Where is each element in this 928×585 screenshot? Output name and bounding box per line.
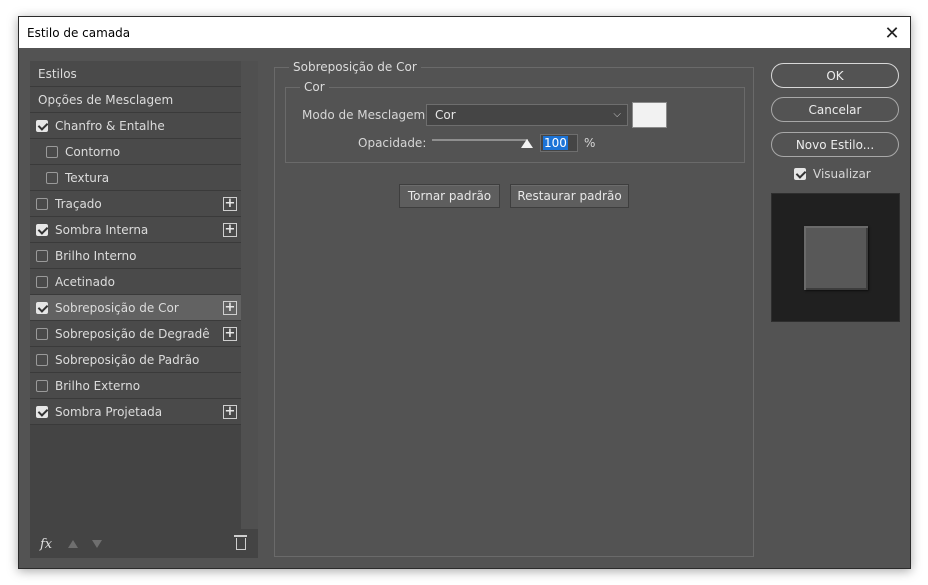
styles-toolbar: fx xyxy=(30,532,258,558)
style-checkbox[interactable] xyxy=(36,353,48,366)
style-row[interactable]: Traçado + xyxy=(30,191,241,217)
style-label: Sobreposição de Degradê xyxy=(55,326,210,341)
style-label: Chanfro & Entalhe xyxy=(55,118,165,133)
blend-mode-value: Cor xyxy=(435,108,456,122)
style-checkbox[interactable] xyxy=(36,301,48,314)
blend-mode-select[interactable]: Cor ⌵ xyxy=(426,104,628,126)
styles-scrollbar[interactable] xyxy=(241,61,258,529)
new-style-button[interactable]: Novo Estilo... xyxy=(771,132,899,157)
style-row[interactable]: Sombra Interna + xyxy=(30,217,241,243)
chevron-down-icon: ⌵ xyxy=(613,109,621,120)
color-swatch[interactable] xyxy=(632,102,667,128)
subgroup-title: Cor xyxy=(300,80,329,94)
styles-panel: Estilos Opções de Mesclagem Chanfro & Enta… xyxy=(30,61,258,558)
style-label: Sobreposição de Padrão xyxy=(55,352,200,367)
style-label: Acetinado xyxy=(55,274,115,289)
style-row[interactable]: Textura xyxy=(30,165,241,191)
blend-mode-label: Modo de Mesclagem: xyxy=(302,108,430,122)
add-effect-icon[interactable]: + xyxy=(223,301,237,315)
title-bar: Estilo de camada ✕ xyxy=(19,17,910,48)
style-row[interactable]: Chanfro & Entalhe xyxy=(30,113,241,139)
style-row[interactable]: Sombra Projetada + xyxy=(30,399,241,425)
style-label: Sombra Interna xyxy=(55,222,149,237)
preview-checkbox[interactable] xyxy=(794,168,806,180)
add-effect-icon[interactable]: + xyxy=(223,327,237,341)
opacity-unit: % xyxy=(584,136,596,150)
style-checkbox[interactable] xyxy=(46,145,58,158)
style-checkbox[interactable] xyxy=(36,405,48,418)
style-label: Contorno xyxy=(65,144,121,159)
move-up-icon[interactable] xyxy=(68,540,78,548)
add-effect-icon[interactable]: + xyxy=(223,197,237,211)
style-row[interactable]: Sobreposição de Degradê + xyxy=(30,321,241,347)
close-icon: ✕ xyxy=(884,22,900,44)
trash-icon[interactable] xyxy=(234,535,247,550)
color-overlay-group: Sobreposição de Cor Cor Modo de Mesclage… xyxy=(274,60,754,557)
style-row[interactable]: Brilho Externo xyxy=(30,373,241,399)
style-row[interactable]: Acetinado xyxy=(30,269,241,295)
add-effect-icon[interactable]: + xyxy=(223,223,237,237)
style-checkbox[interactable] xyxy=(36,197,48,210)
style-label: Sobreposição de Cor xyxy=(55,300,179,315)
cancel-button[interactable]: Cancelar xyxy=(771,97,899,122)
sidebar-item-styles[interactable]: Estilos xyxy=(30,61,241,87)
style-checkbox[interactable] xyxy=(36,275,48,288)
close-button[interactable]: ✕ xyxy=(880,21,904,45)
style-label: Traçado xyxy=(55,196,102,211)
ok-button[interactable]: OK xyxy=(771,63,899,88)
make-default-button[interactable]: Tornar padrão xyxy=(399,184,500,208)
reset-default-button[interactable]: Restaurar padrão xyxy=(510,184,629,208)
opacity-input[interactable]: 100 xyxy=(540,134,578,152)
style-label: Opções de Mesclagem xyxy=(38,92,174,107)
dialog-title: Estilo de camada xyxy=(27,25,131,40)
style-row[interactable]: Brilho Interno xyxy=(30,243,241,269)
opacity-label: Opacidade: xyxy=(358,136,427,150)
style-label: Brilho Interno xyxy=(55,248,137,263)
style-label: Estilos xyxy=(38,66,77,81)
styles-list: Estilos Opções de Mesclagem Chanfro & Enta… xyxy=(30,61,241,425)
style-row[interactable]: Sobreposição de Cor + xyxy=(30,295,241,321)
opacity-slider-thumb[interactable] xyxy=(521,139,533,148)
layer-style-dialog: Estilo de camada ✕ Estilos Opções de Mesc… xyxy=(18,16,911,569)
style-checkbox[interactable] xyxy=(36,379,48,392)
preview-toggle[interactable]: Visualizar xyxy=(794,167,871,181)
group-title: Sobreposição de Cor xyxy=(289,60,421,74)
move-down-icon[interactable] xyxy=(92,540,102,548)
style-row[interactable]: Contorno xyxy=(30,139,241,165)
style-row[interactable]: Sobreposição de Padrão xyxy=(30,347,241,373)
style-preview xyxy=(771,193,900,322)
sidebar-item-blending-options[interactable]: Opções de Mesclagem xyxy=(30,87,241,113)
style-label: Textura xyxy=(65,170,110,185)
style-checkbox[interactable] xyxy=(36,249,48,262)
style-label: Brilho Externo xyxy=(55,378,141,393)
preview-thumbnail xyxy=(804,226,868,290)
color-subgroup: Cor Modo de Mesclagem: Cor ⌵ Opacidade: … xyxy=(285,80,745,163)
opacity-value: 100 xyxy=(543,136,568,150)
fx-button[interactable]: fx xyxy=(40,537,52,552)
style-label: Sombra Projetada xyxy=(55,404,163,419)
opacity-slider[interactable] xyxy=(432,139,528,141)
style-checkbox[interactable] xyxy=(36,119,48,132)
style-checkbox[interactable] xyxy=(36,223,48,236)
style-checkbox[interactable] xyxy=(36,327,48,340)
style-checkbox[interactable] xyxy=(46,171,58,184)
preview-label: Visualizar xyxy=(813,167,871,181)
add-effect-icon[interactable]: + xyxy=(223,405,237,419)
